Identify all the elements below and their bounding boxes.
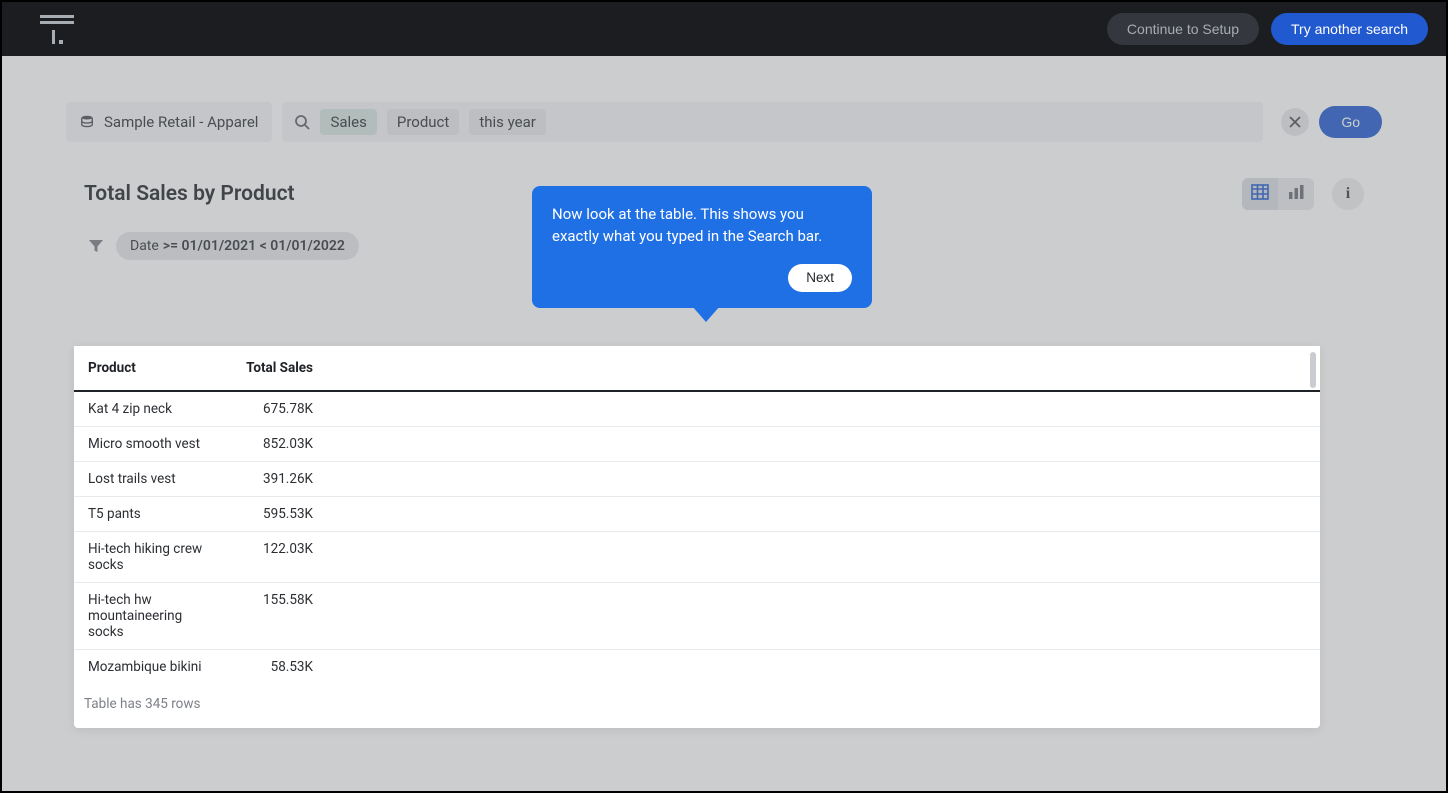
table-row[interactable]: Hi-tech hiking crew socks122.03K (74, 532, 1320, 583)
cell-sales: 155.58K (219, 583, 327, 650)
filter-label: Date (130, 238, 159, 254)
table-row[interactable]: T5 pants595.53K (74, 497, 1320, 532)
cell-sales: 675.78K (219, 391, 327, 427)
datasource-label: Sample Retail - Apparel (104, 113, 258, 131)
search-row: Sample Retail - Apparel Sales Product th… (2, 56, 1446, 142)
tour-tooltip: Now look at the table. This shows you ex… (532, 186, 872, 308)
cell-sales: 852.03K (219, 427, 327, 462)
results-table-card: Product Total Sales Kat 4 zip neck675.78… (74, 346, 1320, 728)
date-filter-chip[interactable]: Date >= 01/01/2021 < 01/01/2022 (116, 232, 359, 260)
cell-empty (327, 497, 1320, 532)
table-row[interactable]: Micro smooth vest852.03K (74, 427, 1320, 462)
results-table: Product Total Sales Kat 4 zip neck675.78… (74, 346, 1320, 682)
chart-view-button[interactable] (1278, 178, 1314, 210)
info-button[interactable]: i (1332, 178, 1364, 210)
search-token-product[interactable]: Product (387, 109, 459, 135)
column-header-empty (327, 346, 1320, 391)
cell-product: Micro smooth vest (74, 427, 219, 462)
cell-product: Hi-tech hiking crew socks (74, 532, 219, 583)
table-view-button[interactable] (1242, 178, 1278, 210)
cell-sales: 391.26K (219, 462, 327, 497)
table-header-row: Product Total Sales (74, 346, 1320, 391)
continue-setup-button[interactable]: Continue to Setup (1107, 13, 1259, 45)
try-another-search-button[interactable]: Try another search (1271, 13, 1428, 45)
table-icon (1251, 184, 1269, 204)
scrollbar-thumb[interactable] (1310, 352, 1316, 388)
cell-product: Kat 4 zip neck (74, 391, 219, 427)
cell-product: Lost trails vest (74, 462, 219, 497)
cell-empty (327, 391, 1320, 427)
table-row[interactable]: Lost trails vest391.26K (74, 462, 1320, 497)
cell-product: T5 pants (74, 497, 219, 532)
cell-sales: 58.53K (219, 650, 327, 683)
table-row[interactable]: Kat 4 zip neck675.78K (74, 391, 1320, 427)
answer-title: Total Sales by Product (84, 182, 295, 206)
filter-value: >= 01/01/2021 < 01/01/2022 (163, 238, 345, 254)
cell-empty (327, 583, 1320, 650)
cell-empty (327, 462, 1320, 497)
cell-empty (327, 427, 1320, 462)
datasource-selector[interactable]: Sample Retail - Apparel (66, 102, 272, 142)
database-icon (80, 115, 94, 129)
go-button[interactable]: Go (1319, 106, 1382, 138)
column-header-product[interactable]: Product (74, 346, 219, 391)
bar-chart-icon (1287, 184, 1305, 204)
tour-next-button[interactable]: Next (788, 264, 852, 292)
table-row[interactable]: Mozambique bikini58.53K (74, 650, 1320, 683)
table-row[interactable]: Hi-tech hw mountaineering socks155.58K (74, 583, 1320, 650)
search-icon (294, 114, 310, 130)
cell-product: Hi-tech hw mountaineering socks (74, 583, 219, 650)
cell-empty (327, 650, 1320, 683)
filter-icon (88, 238, 104, 254)
info-icon: i (1346, 185, 1350, 203)
cell-sales: 122.03K (219, 532, 327, 583)
column-header-sales[interactable]: Total Sales (219, 346, 327, 391)
cell-product: Mozambique bikini (74, 650, 219, 683)
clear-search-button[interactable] (1281, 108, 1309, 136)
search-token-sales[interactable]: Sales (320, 109, 376, 135)
search-bar[interactable]: Sales Product this year (282, 102, 1263, 142)
close-icon (1289, 113, 1301, 132)
table-footer: Table has 345 rows (74, 682, 1320, 728)
tour-tooltip-text: Now look at the table. This shows you ex… (552, 204, 852, 248)
cell-empty (327, 532, 1320, 583)
search-token-thisyear[interactable]: this year (469, 109, 545, 135)
topbar: Continue to Setup Try another search (2, 2, 1446, 56)
app-logo (40, 15, 74, 44)
visualization-toggle (1242, 178, 1314, 210)
cell-sales: 595.53K (219, 497, 327, 532)
